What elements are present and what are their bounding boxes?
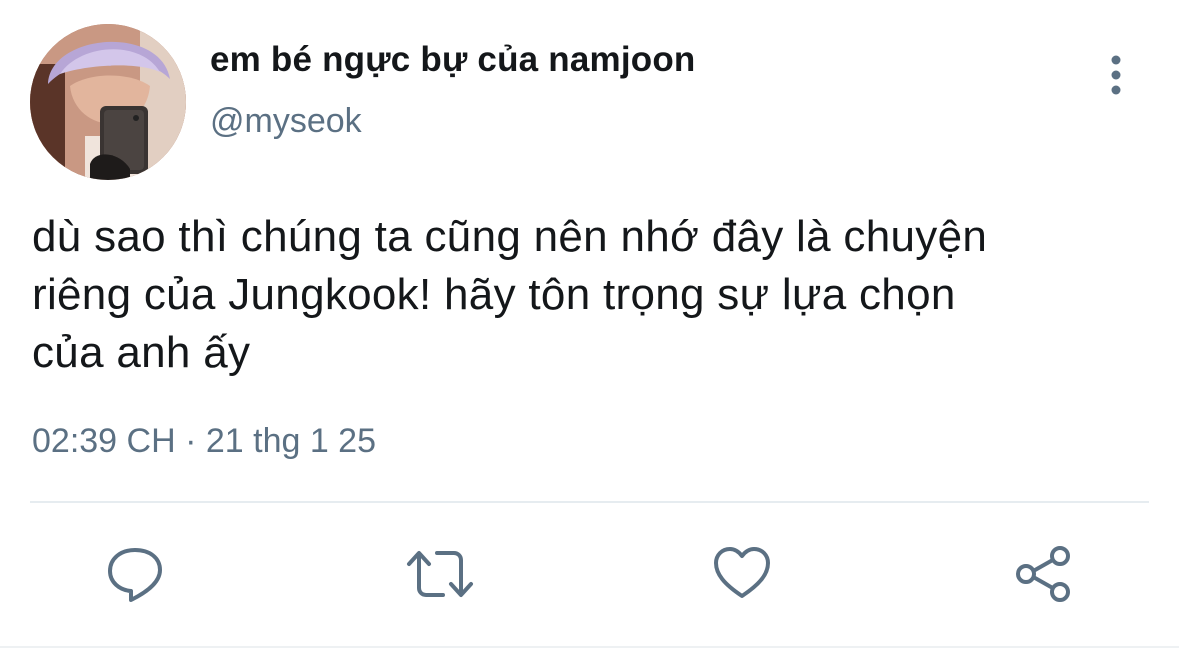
tweet-timestamp[interactable]: 02:39 CH · 21 thg 1 25 — [32, 422, 376, 461]
vertical-dots-icon — [1111, 55, 1121, 95]
reply-icon — [108, 548, 162, 602]
like-button[interactable] — [712, 544, 772, 604]
author-display-name[interactable]: em bé ngực bự của namjoon — [210, 40, 695, 80]
tweet-text-line: riêng của Jungkook! hãy tôn trọng sự lựa… — [32, 270, 956, 319]
tweet-text-line: của anh ấy — [32, 328, 251, 377]
divider — [30, 501, 1149, 503]
tweet-text-line: dù sao thì chúng ta cũng nên nhớ đây là … — [32, 212, 988, 261]
share-button[interactable] — [1014, 544, 1074, 604]
avatar[interactable] — [30, 24, 186, 180]
share-icon — [1016, 546, 1070, 602]
divider — [0, 646, 1179, 648]
retweet-button[interactable] — [405, 544, 475, 604]
heart-icon — [714, 547, 770, 598]
reply-button[interactable] — [105, 544, 165, 604]
retweet-icon — [407, 551, 473, 597]
author-handle[interactable]: @myseok — [210, 102, 362, 141]
tweet-card: em bé ngực bự của namjoon @myseok dù sao… — [0, 0, 1179, 666]
tweet-text: dù sao thì chúng ta cũng nên nhớ đây là … — [32, 208, 1142, 382]
more-options-button[interactable] — [1098, 52, 1134, 98]
